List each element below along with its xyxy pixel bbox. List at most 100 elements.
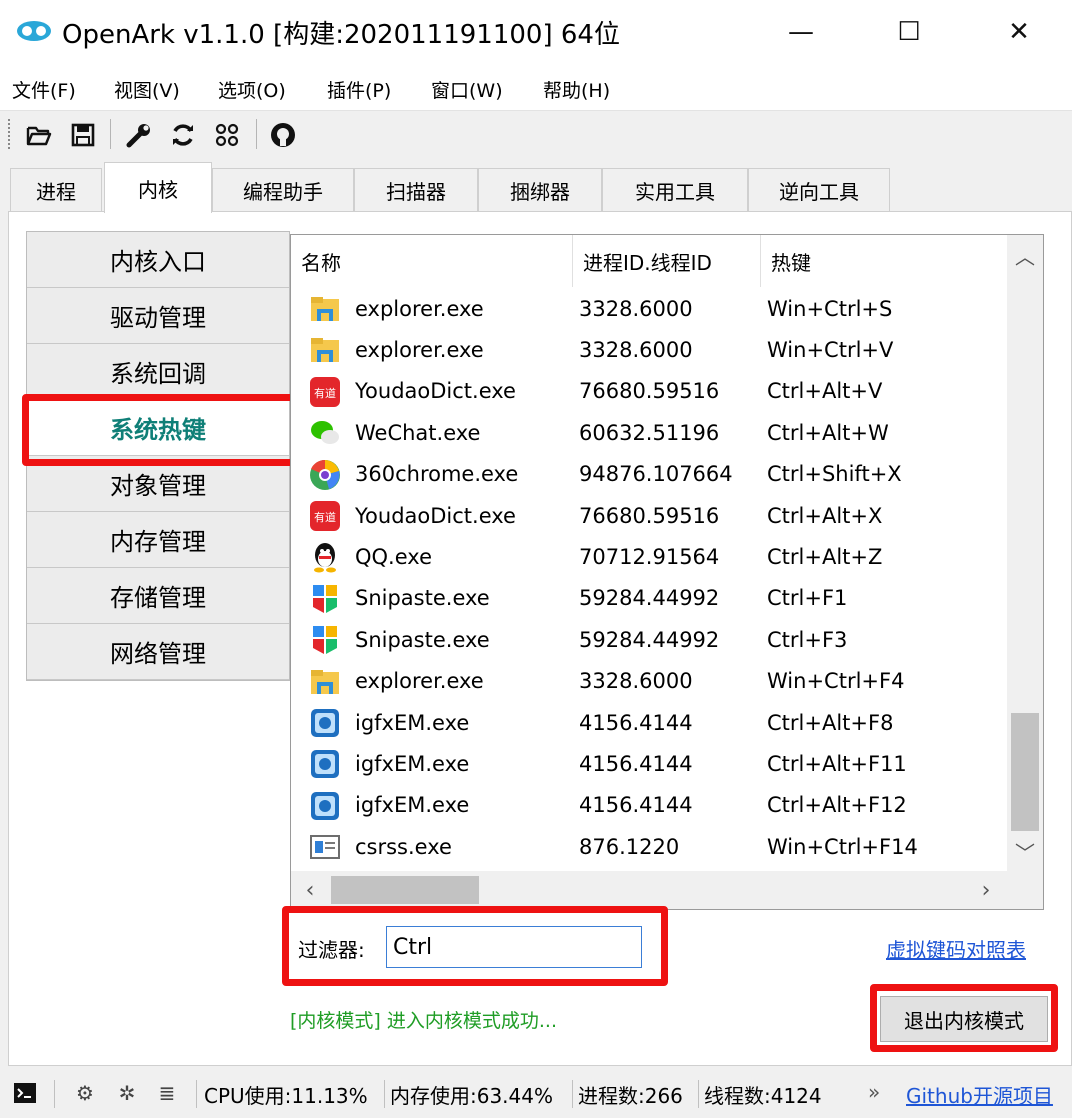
side-item-memory-manager[interactable]: 内存管理 [27, 512, 289, 568]
menu-bar: 文件(F) 视图(V) 选项(O) 插件(P) 窗口(W) 帮助(H) [0, 64, 1072, 110]
column-header-hotkey[interactable]: 热键 [761, 235, 1007, 287]
table-row[interactable]: 有道 YoudaoDict.exe 76680.59516 Ctrl+Alt+X [291, 495, 1007, 536]
table-row[interactable]: 360chrome.exe 94876.107664 Ctrl+Shift+X [291, 454, 1007, 495]
statusbar-separator [384, 1080, 385, 1108]
highlight-box-hotkeys [22, 394, 298, 466]
console-icon[interactable] [12, 1080, 38, 1106]
wrench-icon[interactable] [124, 120, 154, 150]
cell-hotkey: Ctrl+Alt+F11 [767, 751, 907, 776]
close-button[interactable]: ✕ [974, 0, 1064, 64]
menu-options[interactable]: 选项(O) [218, 76, 286, 103]
table-row[interactable]: WeChat.exe 60632.51196 Ctrl+Alt+W [291, 412, 1007, 453]
scroll-right-icon[interactable]: › [967, 871, 1005, 909]
scroll-down-icon[interactable]: ﹀ [1007, 831, 1043, 871]
cell-pid-tid: 76680.59516 [579, 503, 720, 528]
menu-view[interactable]: 视图(V) [114, 76, 180, 103]
side-item-kernel-entry[interactable]: 内核入口 [27, 232, 289, 288]
cell-process-name: igfxEM.exe [355, 793, 470, 818]
vertical-scroll-thumb[interactable] [1011, 713, 1039, 831]
cell-pid-tid: 70712.91564 [579, 544, 720, 569]
horizontal-scroll-thumb[interactable] [331, 876, 479, 904]
tab-scanner[interactable]: 扫描器 [354, 168, 478, 212]
cell-pid-tid: 76680.59516 [579, 379, 720, 404]
process-count: 进程数:266 [578, 1084, 683, 1108]
table-row[interactable]: explorer.exe 3328.6000 Win+Ctrl+S [291, 288, 1007, 329]
cpu-usage: CPU使用:11.13% [204, 1084, 368, 1108]
tab-process[interactable]: 进程 [10, 168, 102, 212]
settings-doc-icon[interactable]: ⚙ [72, 1080, 98, 1106]
title-bar: OpenArk v1.1.0 [构建:202011191100] 64位 — ☐… [0, 0, 1072, 64]
tab-reverse-tools[interactable]: 逆向工具 [748, 168, 890, 212]
side-item-driver-manager[interactable]: 驱动管理 [27, 288, 289, 344]
open-folder-icon[interactable] [24, 120, 54, 150]
statusbar-separator [572, 1080, 573, 1108]
table-row[interactable]: explorer.exe 3328.6000 Win+Ctrl+V [291, 329, 1007, 370]
scroll-left-icon[interactable]: ‹ [291, 871, 329, 909]
table-row[interactable]: csrss.exe 876.1220 Win+Ctrl+F14 [291, 826, 1007, 867]
github-project-link[interactable]: Github开源项目 [906, 1080, 1053, 1109]
table-row[interactable]: 有道 YoudaoDict.exe 76680.59516 Ctrl+Alt+V [291, 371, 1007, 412]
cell-pid-tid: 876.1220 [579, 834, 680, 859]
list-header: 名称 进程ID.线程ID 热键 [291, 235, 1007, 287]
table-row[interactable]: QQ.exe 70712.91564 Ctrl+Alt+Z [291, 536, 1007, 577]
table-row[interactable]: Snipaste.exe 59284.44992 Ctrl+F1 [291, 578, 1007, 619]
toolbar-grip[interactable] [8, 119, 12, 149]
hotkey-list[interactable]: 名称 进程ID.线程ID 热键 explorer.exe 3328.6000 Win… [290, 234, 1044, 910]
virtual-keycode-table-link[interactable]: 虚拟键码对照表 [886, 934, 1026, 963]
cell-process-name: Snipaste.exe [355, 627, 490, 652]
stack-icon[interactable]: ≣ [154, 1080, 180, 1106]
side-item-system-callbacks[interactable]: 系统回调 [27, 344, 289, 400]
menu-help[interactable]: 帮助(H) [543, 76, 610, 103]
tab-bundler[interactable]: 捆绑器 [478, 168, 602, 212]
menu-file[interactable]: 文件(F) [12, 76, 76, 103]
tab-coding-helper[interactable]: 编程助手 [212, 168, 354, 212]
side-item-network-manager[interactable]: 网络管理 [27, 624, 289, 680]
column-header-pid-tid[interactable]: 进程ID.线程ID [573, 235, 761, 287]
vertical-scrollbar[interactable]: ︿ ﹀ [1007, 235, 1043, 871]
cell-hotkey: Ctrl+F3 [767, 627, 848, 652]
cell-hotkey: Ctrl+Alt+X [767, 503, 883, 528]
cell-process-name: YoudaoDict.exe [355, 379, 516, 404]
toolbar-separator [256, 119, 257, 149]
github-icon[interactable] [268, 120, 298, 150]
snipaste-icon [309, 624, 341, 656]
table-row[interactable]: igfxEM.exe 4156.4144 Ctrl+Alt+F12 [291, 785, 1007, 826]
scroll-up-icon[interactable]: ︿ [1007, 235, 1043, 275]
maximize-button[interactable]: ☐ [864, 0, 954, 64]
cell-process-name: csrss.exe [355, 834, 452, 859]
apps-icon[interactable] [212, 120, 242, 150]
statusbar-separator [196, 1080, 197, 1108]
minimize-button[interactable]: — [756, 0, 846, 64]
cell-pid-tid: 59284.44992 [579, 586, 720, 611]
cell-process-name: explorer.exe [355, 669, 484, 694]
tab-utilities[interactable]: 实用工具 [602, 168, 748, 212]
statusbar-overflow[interactable]: » [868, 1080, 880, 1104]
cell-hotkey: Ctrl+Alt+W [767, 420, 889, 445]
cell-process-name: igfxEM.exe [355, 710, 470, 735]
gears-icon[interactable]: ✲ [114, 1080, 140, 1106]
tab-kernel[interactable]: 内核 [104, 162, 212, 213]
menu-plugins[interactable]: 插件(P) [327, 76, 391, 103]
cell-pid-tid: 4156.4144 [579, 710, 693, 735]
table-row[interactable]: Snipaste.exe 59284.44992 Ctrl+F3 [291, 619, 1007, 660]
table-row[interactable]: explorer.exe 3328.6000 Win+Ctrl+F4 [291, 661, 1007, 702]
cell-process-name: explorer.exe [355, 296, 484, 321]
table-row[interactable]: igfxEM.exe 4156.4144 Ctrl+Alt+F11 [291, 743, 1007, 784]
table-row[interactable]: igfxEM.exe 4156.4144 Ctrl+Alt+F8 [291, 702, 1007, 743]
cell-pid-tid: 4156.4144 [579, 793, 693, 818]
horizontal-scrollbar[interactable]: ‹ › [291, 871, 1007, 909]
360chrome-icon [309, 459, 341, 491]
cell-hotkey: Ctrl+Alt+V [767, 379, 883, 404]
menu-window[interactable]: 窗口(W) [431, 76, 503, 103]
refresh-icon[interactable] [168, 120, 198, 150]
column-header-name[interactable]: 名称 [291, 235, 573, 287]
side-item-storage-manager[interactable]: 存储管理 [27, 568, 289, 624]
toolbar-separator [110, 119, 111, 149]
highlight-box-filter [282, 906, 668, 986]
save-icon[interactable] [68, 120, 98, 150]
status-bar: ⚙ ✲ ≣ CPU使用:11.13% 内存使用:63.44% 进程数:266 线… [0, 1068, 1072, 1118]
openark-logo-icon [17, 21, 51, 41]
cell-pid-tid: 60632.51196 [579, 420, 720, 445]
qq-penguin-icon [309, 541, 341, 573]
scrollbar-corner [1007, 871, 1043, 909]
